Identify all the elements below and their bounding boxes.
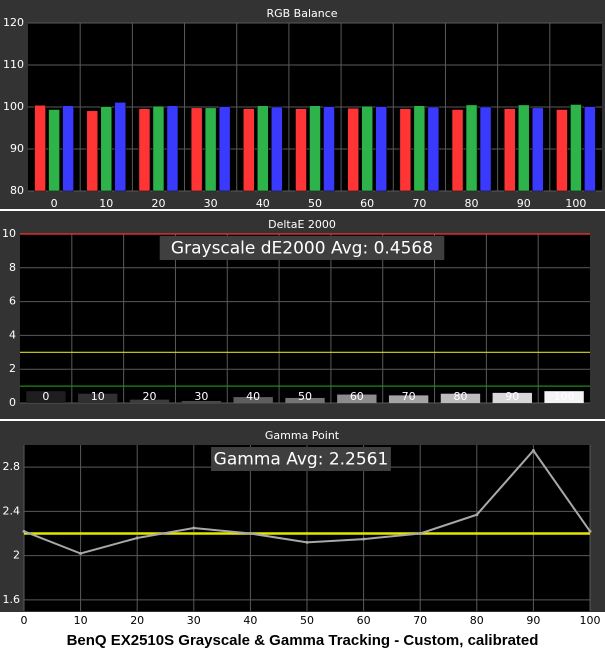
x-tick-label: 90 xyxy=(526,614,540,627)
y-tick-label: 2.4 xyxy=(3,504,21,517)
green-bar xyxy=(361,105,373,192)
blue-bar xyxy=(114,102,127,192)
gamma-point xyxy=(22,529,26,533)
x-tick-label: 60 xyxy=(357,614,371,627)
red-bar xyxy=(347,108,359,192)
blue-bar xyxy=(271,106,283,192)
x-tick-label: 80 xyxy=(453,390,467,403)
x-tick-label: 30 xyxy=(187,614,201,627)
x-tick-label: 80 xyxy=(470,614,484,627)
gamma-point xyxy=(418,532,422,536)
y-tick-label: 8 xyxy=(9,261,16,274)
y-tick-label: 2 xyxy=(9,362,16,375)
y-tick-label: 2.8 xyxy=(3,460,21,473)
red-bar xyxy=(399,108,412,192)
gamma-point xyxy=(135,536,139,540)
y-tick-label: 6 xyxy=(9,295,16,308)
green-bar xyxy=(309,105,321,192)
green-bar xyxy=(570,104,582,192)
blue-bar xyxy=(584,106,596,192)
x-tick-label: 20 xyxy=(143,390,157,403)
gamma-point xyxy=(248,532,252,536)
x-tick-label: 30 xyxy=(194,390,208,403)
blue-bar xyxy=(427,106,440,192)
chart-title: Gamma Point xyxy=(265,429,340,442)
red-bar xyxy=(138,108,151,192)
y-tick-label: 100 xyxy=(3,100,24,113)
green-bar xyxy=(100,106,113,192)
x-tick-label: 100 xyxy=(580,614,601,627)
x-tick-label: 10 xyxy=(74,614,88,627)
y-tick-label: 1.6 xyxy=(3,593,21,606)
x-tick-label: 100 xyxy=(565,197,586,210)
gamma-point xyxy=(531,449,535,453)
x-tick-label: 50 xyxy=(300,614,314,627)
blue-bar xyxy=(323,106,335,192)
gamma-point xyxy=(362,537,366,541)
gamma-point xyxy=(79,551,83,555)
blue-bar xyxy=(218,106,231,192)
y-tick-label: 120 xyxy=(3,16,24,29)
red-bar xyxy=(243,108,255,192)
x-tick-label: 0 xyxy=(21,614,28,627)
red-bar xyxy=(190,107,203,192)
chart-title: DeltaE 2000 xyxy=(268,218,336,231)
y-tick-label: 80 xyxy=(10,184,24,197)
red-bar xyxy=(556,109,568,192)
blue-bar xyxy=(479,106,492,192)
blue-bar xyxy=(375,106,387,192)
gamma-point xyxy=(588,529,592,533)
red-bar xyxy=(503,108,516,192)
red-bar xyxy=(295,108,307,192)
x-tick-label: 10 xyxy=(99,197,113,210)
y-tick-label: 0 xyxy=(9,396,16,409)
charts-area: RGB Balance80901001101200 10 20 30 40 50 60 70 8… xyxy=(0,0,605,630)
gamma-point xyxy=(475,513,479,517)
x-tick-label: 60 xyxy=(360,197,374,210)
x-tick-label: 80 xyxy=(465,197,479,210)
annotation-text: Grayscale dE2000 Avg: 0.4568 xyxy=(171,239,433,259)
gamma-point xyxy=(305,540,309,544)
annotation-text: Gamma Avg: 2.2561 xyxy=(214,450,389,470)
x-tick-label: 40 xyxy=(256,197,270,210)
x-tick-label: 30 xyxy=(204,197,218,210)
y-tick-label: 4 xyxy=(9,328,16,341)
x-tick-label: 40 xyxy=(246,390,260,403)
y-tick-label: 10 xyxy=(2,227,16,240)
x-tick-label: 50 xyxy=(298,390,312,403)
y-tick-label: 2 xyxy=(13,549,20,562)
blue-bar xyxy=(166,105,179,192)
green-bar xyxy=(257,105,269,192)
x-tick-label: 10 xyxy=(91,390,105,403)
y-tick-label: 110 xyxy=(3,58,24,71)
green-bar xyxy=(152,105,165,192)
x-tick-label: 0 xyxy=(51,197,58,210)
blue-bar xyxy=(531,107,544,192)
x-tick-label: 60 xyxy=(350,390,364,403)
x-tick-label: 70 xyxy=(402,390,416,403)
x-tick-label: 90 xyxy=(505,390,519,403)
chart-title: RGB Balance xyxy=(266,7,337,20)
x-tick-label: 70 xyxy=(412,197,426,210)
green-bar xyxy=(465,104,478,192)
x-tick-label: 0 xyxy=(42,390,49,403)
gamma-point xyxy=(192,526,196,530)
x-tick-label: 90 xyxy=(517,197,531,210)
x-tick-label: 40 xyxy=(243,614,257,627)
red-bar xyxy=(86,110,99,192)
x-tick-label: 20 xyxy=(130,614,144,627)
figure-caption: BenQ EX2510S Grayscale & Gamma Tracking … xyxy=(66,632,539,649)
x-tick-label: 20 xyxy=(151,197,165,210)
x-tick-label: 70 xyxy=(413,614,427,627)
green-bar xyxy=(413,105,426,192)
green-bar xyxy=(517,104,530,192)
blue-bar xyxy=(62,105,74,192)
green-bar xyxy=(48,109,60,192)
x-tick-label: 100 xyxy=(554,390,575,403)
green-bar xyxy=(204,107,217,192)
x-tick-label: 50 xyxy=(308,197,322,210)
red-bar xyxy=(34,105,46,192)
red-bar xyxy=(451,109,464,192)
y-tick-label: 90 xyxy=(10,142,24,155)
